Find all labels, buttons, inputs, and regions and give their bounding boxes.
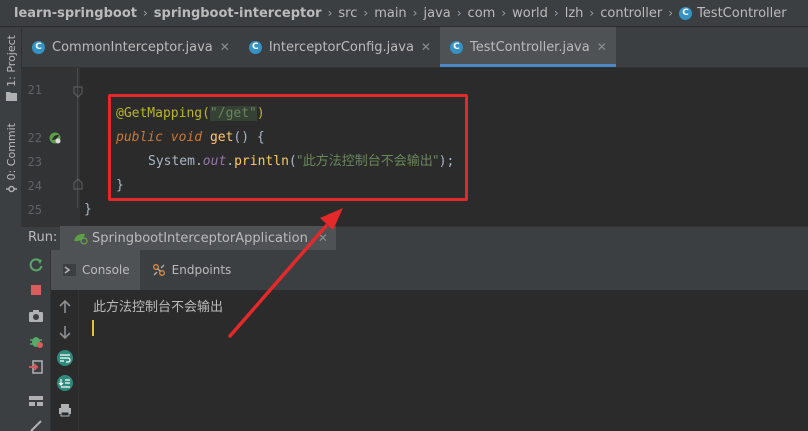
breadcrumb-item[interactable]: controller <box>600 6 662 21</box>
breadcrumb-item-label: TestController <box>697 5 787 21</box>
chevron-right-icon: › <box>589 6 595 20</box>
class-icon: C <box>449 40 463 54</box>
breadcrumb-item[interactable]: src <box>338 6 357 21</box>
run-config-name: SpringbootInterceptorApplication <box>92 230 308 246</box>
editor-tabs: C CommonInterceptor.java ✕ C Interceptor… <box>22 27 808 68</box>
line-number: 22 <box>27 131 42 145</box>
tab-label: CommonInterceptor.java <box>52 39 213 55</box>
editor-gutter: 20 21 22 23 24 25 <box>22 68 80 226</box>
close-icon[interactable]: ✕ <box>597 40 607 54</box>
exit-icon[interactable] <box>28 359 44 375</box>
debug-bug-icon[interactable] <box>28 333 44 349</box>
spring-mapping-gutter-icon[interactable] <box>48 131 62 145</box>
chevron-right-icon: › <box>142 6 148 20</box>
code-line-25: } <box>84 198 92 222</box>
endpoints-icon <box>152 264 165 276</box>
tab-console[interactable]: Console <box>51 250 140 290</box>
folder-icon <box>5 91 17 101</box>
bottom-left-strip <box>0 226 22 431</box>
soft-wrap-icon[interactable] <box>57 350 73 366</box>
fold-marker-icon[interactable] <box>73 86 83 98</box>
commit-tab-label: 0: Commit <box>4 123 18 181</box>
run-label: Run: <box>28 230 58 245</box>
line-number: 23 <box>27 155 42 169</box>
run-config-tab[interactable]: SpringbootInterceptorApplication ✕ <box>60 226 336 250</box>
project-tool-tab[interactable]: 1: Project <box>2 35 20 101</box>
tab-interceptor-config[interactable]: C InterceptorConfig.java ✕ <box>239 27 440 67</box>
breadcrumb-item[interactable]: learn-springboot <box>14 6 137 21</box>
console-side-toolbar <box>51 290 79 431</box>
pin-icon[interactable] <box>28 418 44 431</box>
scroll-to-end-icon[interactable] <box>57 375 73 391</box>
project-tab-label: 1: Project <box>4 35 18 87</box>
commit-icon <box>5 186 17 193</box>
highlight-box <box>108 94 468 201</box>
left-tool-strip: 1: Project 0: Commit <box>0 27 22 227</box>
class-icon: C <box>248 40 262 54</box>
chevron-right-icon: › <box>363 6 369 20</box>
print-icon[interactable] <box>57 402 73 418</box>
chevron-right-icon: › <box>412 6 418 20</box>
run-toolbar <box>22 250 51 431</box>
tab-test-controller[interactable]: C TestController.java ✕ <box>439 27 616 67</box>
console-output-area[interactable]: 此方法控制台不会输出 <box>79 290 808 431</box>
chevron-right-icon: › <box>456 6 462 20</box>
camera-icon[interactable] <box>28 308 44 324</box>
layout-icon[interactable] <box>28 393 44 409</box>
class-icon: C <box>32 40 45 54</box>
text-cursor <box>92 320 94 336</box>
tab-label: Endpoints <box>171 263 232 277</box>
line-number: 21 <box>27 83 42 97</box>
code-token: } <box>84 202 92 217</box>
breadcrumb-item[interactable]: lzh <box>565 6 584 21</box>
breadcrumb: learn-springboot › springboot-intercepto… <box>0 0 808 27</box>
stop-icon[interactable] <box>28 282 44 298</box>
breadcrumb-item[interactable]: main <box>374 6 406 21</box>
line-number: 24 <box>27 179 42 193</box>
console-icon <box>63 264 76 276</box>
close-icon[interactable]: ✕ <box>318 231 328 245</box>
chevron-right-icon: › <box>501 6 507 20</box>
class-icon: C <box>679 6 693 20</box>
close-icon[interactable]: ✕ <box>421 40 431 54</box>
spring-boot-icon <box>74 233 88 245</box>
chevron-right-icon: › <box>553 6 559 20</box>
arrow-down-icon[interactable] <box>57 324 73 340</box>
tab-common-interceptor[interactable]: C CommonInterceptor.java ✕ <box>22 27 239 67</box>
close-icon[interactable]: ✕ <box>220 40 230 54</box>
breadcrumb-item[interactable]: java <box>423 6 450 21</box>
chevron-right-icon: › <box>668 6 674 20</box>
tab-endpoints[interactable]: Endpoints <box>140 250 242 290</box>
tab-label: Console <box>82 263 130 277</box>
rerun-icon[interactable] <box>28 257 44 273</box>
breadcrumb-item[interactable]: com <box>468 6 496 21</box>
line-number: 25 <box>27 203 42 217</box>
arrow-up-icon[interactable] <box>57 299 73 315</box>
console-output-line: 此方法控制台不会输出 <box>93 300 224 315</box>
breadcrumb-item[interactable]: world <box>512 6 548 21</box>
chevron-right-icon: › <box>327 6 333 20</box>
breadcrumb-item[interactable]: springboot-interceptor <box>154 6 322 21</box>
console-tabs: Console Endpoints <box>51 250 808 290</box>
line-number: 20 <box>22 68 42 76</box>
tab-label: InterceptorConfig.java <box>268 39 414 55</box>
commit-tool-tab[interactable]: 0: Commit <box>2 123 20 194</box>
breadcrumb-item-current[interactable]: C TestController <box>679 6 787 21</box>
fold-marker-icon[interactable] <box>73 178 83 190</box>
tab-label: TestController.java <box>469 39 590 55</box>
